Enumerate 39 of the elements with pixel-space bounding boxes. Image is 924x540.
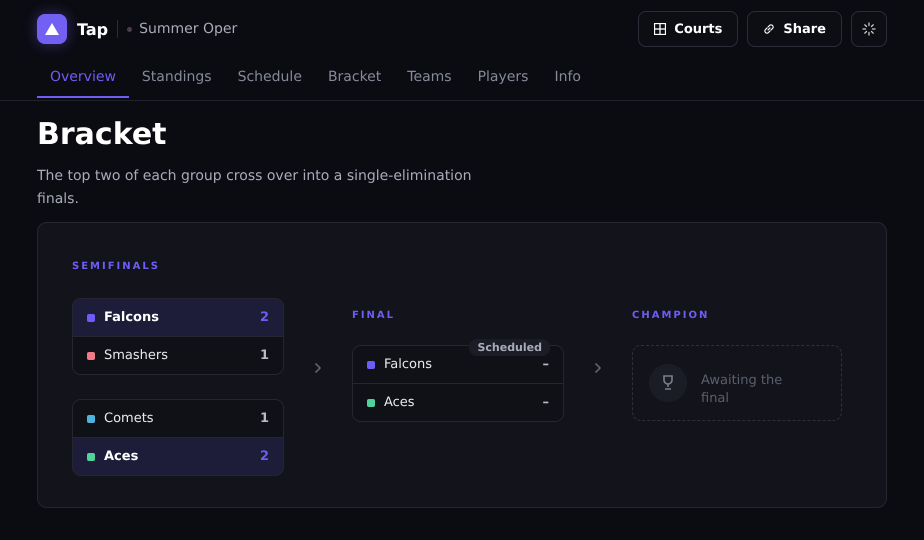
nav-tab[interactable]: Schedule	[224, 61, 315, 98]
chevron-right-icon	[594, 362, 602, 374]
section-label: FINAL	[352, 310, 396, 321]
grid-icon	[654, 23, 666, 35]
section-label: SEMIFINALS	[72, 261, 161, 272]
section-label: CHAMPION	[632, 310, 710, 321]
team-name: Smashers	[104, 348, 170, 363]
nav-tab[interactable]: Info	[541, 61, 594, 98]
nav-tab[interactable]: Overview	[37, 61, 129, 98]
link-icon	[763, 23, 776, 35]
theme-button[interactable]	[851, 11, 887, 47]
courts-button[interactable]: Courts	[638, 11, 738, 47]
trophy-glyph-icon	[661, 375, 675, 391]
page-title: Bracket	[37, 116, 168, 154]
champion-status: Awaiting the final	[701, 372, 784, 408]
team-name: Aces	[104, 449, 140, 464]
status-dot-icon	[127, 26, 132, 32]
team-name: Aces	[384, 395, 416, 410]
nav-tab[interactable]: Standings	[128, 61, 225, 98]
team-score: 2	[260, 310, 269, 325]
page-description: The top two of each group cross over into a single-elimination finals.	[37, 167, 473, 209]
event-name: Summer Oper	[139, 21, 238, 37]
team-name: Comets	[104, 411, 155, 426]
triangle-icon	[44, 22, 60, 36]
nav-tab[interactable]: Bracket	[314, 61, 394, 98]
team-score: –	[542, 357, 549, 372]
team-score: –	[542, 395, 549, 410]
team-name: Falcons	[104, 310, 160, 325]
chevron-right-icon	[314, 362, 322, 374]
team-score: 2	[260, 449, 269, 464]
team-name: Falcons	[384, 357, 433, 372]
app-name: Tap	[77, 20, 108, 38]
sun-icon	[862, 22, 876, 36]
status-badge: Scheduled	[469, 339, 550, 356]
team-score: 1	[260, 348, 269, 363]
nav-tab[interactable]: Players	[464, 61, 542, 98]
nav-tab[interactable]: Teams	[394, 61, 465, 98]
share-button[interactable]: Share	[747, 11, 842, 47]
team-score: 1	[260, 411, 269, 426]
